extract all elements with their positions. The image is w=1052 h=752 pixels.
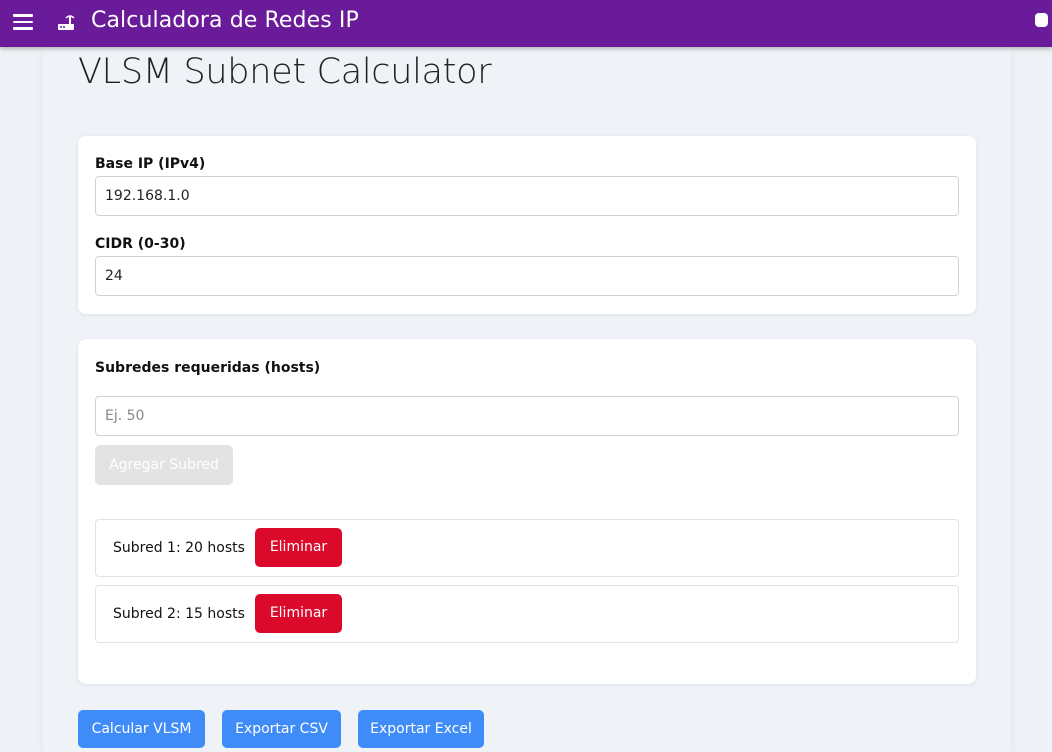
base-ip-input[interactable]: 192.168.1.0	[95, 176, 959, 216]
app-title: Calculadora de Redes IP	[91, 8, 359, 33]
subnets-card: Subredes requeridas (hosts) Ej. 50 Agreg…	[78, 339, 976, 684]
cidr-label: CIDR (0-30)	[95, 236, 186, 252]
delete-subnet-button[interactable]: Eliminar	[255, 528, 342, 567]
cidr-input[interactable]: 24	[95, 256, 959, 296]
router-icon	[56, 13, 76, 33]
hosts-input[interactable]: Ej. 50	[95, 396, 959, 436]
subnet-label: Subred 2: 15 hosts	[113, 606, 245, 622]
base-ip-label: Base IP (IPv4)	[95, 156, 206, 172]
subnet-label: Subred 1: 20 hosts	[113, 540, 245, 556]
delete-subnet-button[interactable]: Eliminar	[255, 594, 342, 633]
subnet-list-item: Subred 2: 15 hosts Eliminar	[95, 585, 959, 643]
add-subnet-button[interactable]: Agregar Subred	[95, 445, 233, 485]
hamburger-menu-icon[interactable]	[13, 14, 33, 30]
subnet-list-item: Subred 1: 20 hosts Eliminar	[95, 519, 959, 577]
export-excel-button[interactable]: Exportar Excel	[358, 710, 484, 748]
network-config-card: Base IP (IPv4) 192.168.1.0 CIDR (0-30) 2…	[78, 136, 976, 314]
subnets-heading: Subredes requeridas (hosts)	[95, 360, 321, 376]
app-header: Calculadora de Redes IP	[0, 0, 1052, 47]
page-title: VLSM Subnet Calculator	[78, 52, 492, 92]
window-control-icon[interactable]	[1035, 13, 1048, 27]
export-csv-button[interactable]: Exportar CSV	[222, 710, 341, 748]
calculate-vlsm-button[interactable]: Calcular VLSM	[78, 710, 205, 748]
